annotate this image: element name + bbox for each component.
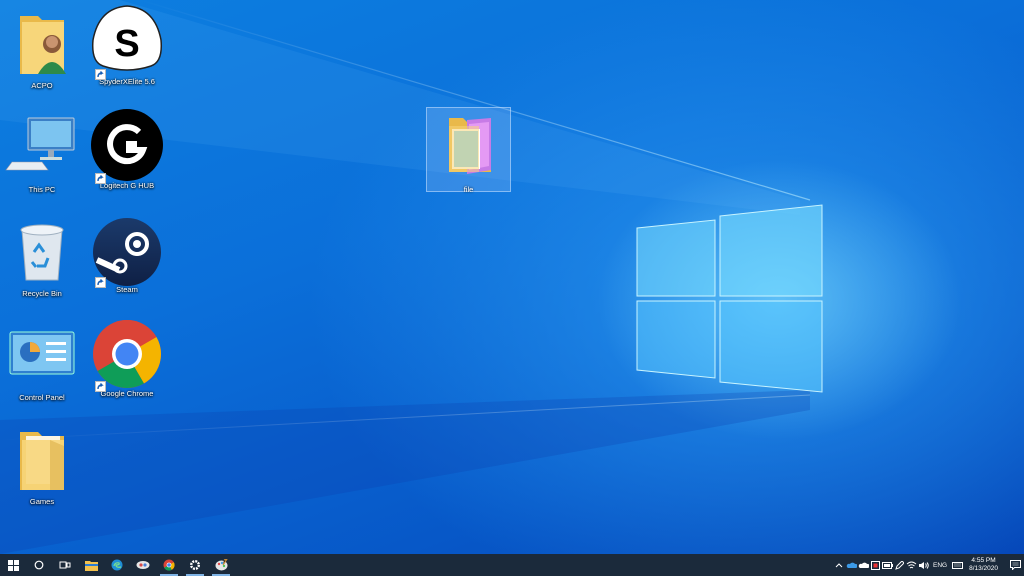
- desktop-icon-google-chrome[interactable]: Google Chrome: [87, 316, 167, 398]
- cloud-icon: [846, 562, 857, 568]
- cloud-icon: [858, 562, 869, 568]
- wifi-icon: [906, 561, 916, 568]
- recycle-bin-icon: [20, 224, 64, 281]
- tray-network[interactable]: [905, 554, 917, 576]
- taskbar: ENG 4:55 PM 8/13/2020: [0, 554, 1024, 576]
- svg-text:S: S: [114, 23, 139, 65]
- chrome-icon: [163, 559, 175, 571]
- icon-label: Control Panel: [19, 393, 65, 402]
- battery-icon: [881, 561, 893, 569]
- desktop-icon-spyderxelite[interactable]: S SpyderXElite 5.6: [87, 4, 167, 86]
- search-button[interactable]: [26, 554, 52, 576]
- desktop-icon-this-pc[interactable]: This PC: [2, 112, 82, 194]
- windows-start-icon: [7, 559, 19, 571]
- tray-keyboard[interactable]: [951, 554, 963, 576]
- shortcut-arrow-icon: [95, 69, 106, 80]
- search-circle-icon: [34, 560, 44, 570]
- task-view-icon: [59, 561, 71, 569]
- windows-logo-wallpaper: [636, 204, 823, 393]
- taskbar-spyder-app[interactable]: [130, 554, 156, 576]
- system-tray: ENG 4:55 PM 8/13/2020: [833, 554, 1024, 576]
- desktop[interactable]: ACPO This PC Recycle Bin Control Panel G…: [0, 0, 1024, 554]
- tray-battery[interactable]: [881, 554, 893, 576]
- taskbar-paint-app[interactable]: [208, 554, 234, 576]
- tray-pen[interactable]: [893, 554, 905, 576]
- task-view-button[interactable]: [52, 554, 78, 576]
- paint-palette-icon: [215, 559, 228, 571]
- keyboard-icon: [951, 561, 963, 569]
- notification-icon: [1009, 560, 1021, 570]
- show-hidden-icons-button[interactable]: [833, 554, 845, 576]
- icon-label: This PC: [28, 185, 56, 194]
- spyder-color-icon: [136, 561, 150, 569]
- speaker-icon: [918, 561, 929, 569]
- app-box-icon: [870, 560, 880, 570]
- tray-volume[interactable]: [917, 554, 929, 576]
- clock-date: 8/13/2020: [969, 565, 998, 572]
- gear-icon: [190, 560, 200, 570]
- desktop-icon-steam[interactable]: Steam: [87, 212, 167, 294]
- shortcut-arrow-icon: [95, 277, 106, 288]
- action-center-button[interactable]: [1006, 554, 1024, 576]
- icon-label: Games: [29, 497, 55, 506]
- start-button[interactable]: [0, 554, 26, 576]
- shortcut-arrow-icon: [95, 381, 106, 392]
- language-indicator: ENG: [933, 561, 948, 569]
- edge-icon: [111, 559, 123, 571]
- desktop-icon-games[interactable]: Games: [2, 424, 82, 506]
- taskbar-chrome[interactable]: [156, 554, 182, 576]
- desktop-icon-control-panel[interactable]: Control Panel: [2, 320, 82, 402]
- desktop-icon-recycle-bin[interactable]: Recycle Bin: [2, 216, 82, 298]
- icon-label: ACPO: [31, 81, 53, 90]
- desktop-icon-file-selected[interactable]: file: [426, 107, 511, 194]
- file-folder-icon: [448, 118, 491, 174]
- computer-icon: [5, 117, 75, 171]
- clock-time: 4:55 PM: [971, 557, 996, 564]
- clock[interactable]: 4:55 PM 8/13/2020: [969, 557, 998, 573]
- desktop-icon-logitech-g-hub[interactable]: Logitech G HUB: [87, 108, 167, 190]
- icon-label: Recycle Bin: [22, 289, 62, 298]
- shortcut-arrow-icon: [95, 173, 106, 184]
- pen-icon: [894, 560, 904, 570]
- tray-input-language[interactable]: ENG: [929, 554, 951, 576]
- folder-icon: [20, 432, 64, 490]
- taskbar-edge[interactable]: [104, 554, 130, 576]
- icon-label: file: [463, 185, 474, 194]
- tray-onedrive-personal[interactable]: [857, 554, 869, 576]
- chevron-up-icon: [835, 563, 843, 568]
- tray-onedrive[interactable]: [845, 554, 857, 576]
- control-panel-icon: [9, 331, 75, 375]
- user-folder-icon: [20, 16, 66, 74]
- taskbar-settings[interactable]: [182, 554, 208, 576]
- tray-app-icon[interactable]: [869, 554, 881, 576]
- file-explorer-icon: [84, 560, 98, 571]
- taskbar-file-explorer[interactable]: [78, 554, 104, 576]
- desktop-icon-acpo[interactable]: ACPO: [2, 8, 82, 90]
